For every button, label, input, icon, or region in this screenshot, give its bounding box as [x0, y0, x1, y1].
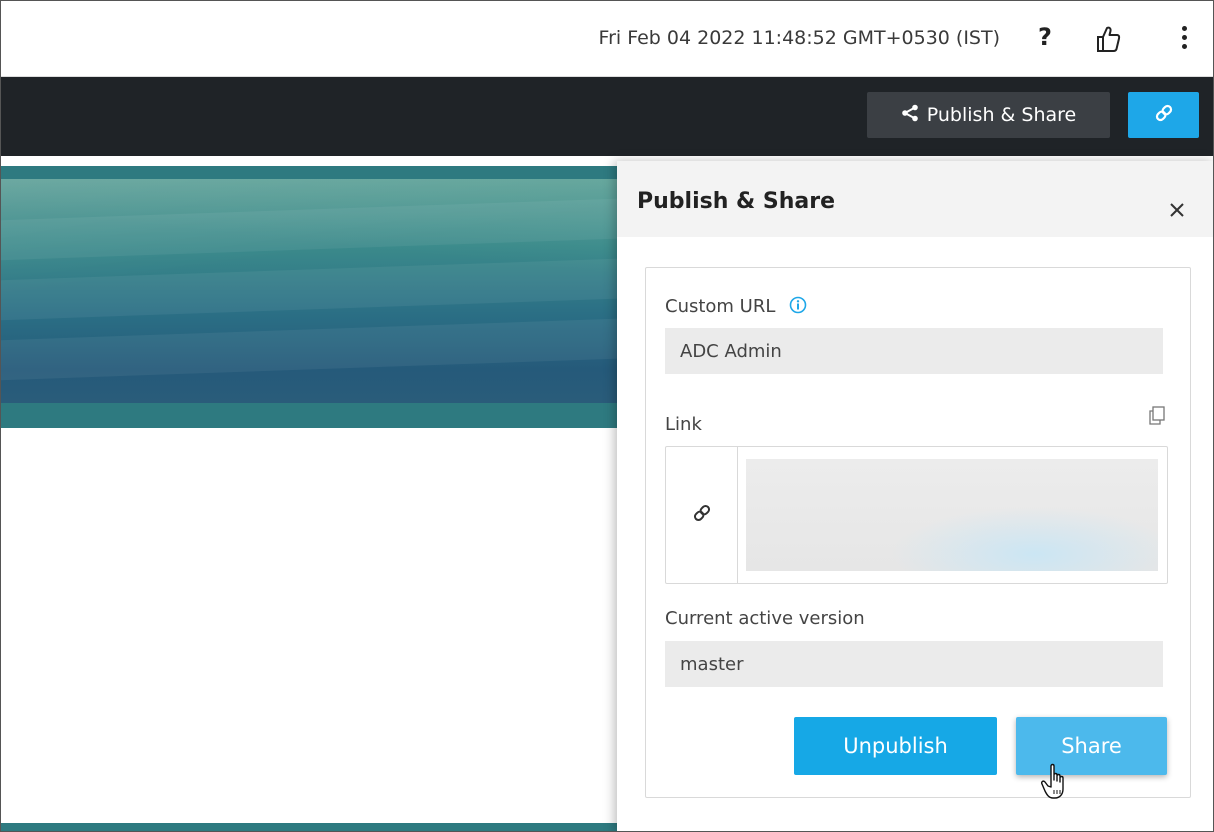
link-icon-column	[666, 447, 738, 583]
toolbar: Publish & Share	[1, 77, 1213, 156]
top-bar: Fri Feb 04 2022 11:48:52 GMT+0530 (IST) …	[1, 1, 1213, 77]
publish-share-label: Publish & Share	[926, 104, 1077, 126]
app-window: Fri Feb 04 2022 11:48:52 GMT+0530 (IST) …	[0, 0, 1214, 832]
custom-url-label: Custom URL	[665, 296, 807, 317]
unpublish-button[interactable]: Unpublish	[794, 717, 997, 775]
info-icon[interactable]	[789, 296, 807, 314]
datetime-display: Fri Feb 04 2022 11:48:52 GMT+0530 (IST)	[598, 27, 1000, 49]
link-icon	[692, 503, 712, 528]
help-icon[interactable]: ?	[1038, 23, 1052, 51]
custom-url-label-text: Custom URL	[665, 296, 776, 317]
close-icon[interactable]	[1166, 199, 1188, 221]
panel-header: Publish & Share	[617, 161, 1213, 237]
share-button[interactable]: Share	[1016, 717, 1167, 775]
thumbs-up-icon[interactable]	[1095, 25, 1121, 53]
kebab-menu-icon[interactable]	[1179, 26, 1189, 54]
panel-title: Publish & Share	[637, 189, 835, 214]
hand-cursor-icon	[1041, 763, 1075, 803]
link-label: Link	[665, 414, 702, 435]
link-box	[665, 446, 1168, 584]
link-icon	[1154, 103, 1174, 128]
active-version-field[interactable]: master	[665, 641, 1163, 687]
custom-url-field[interactable]: ADC Admin	[665, 328, 1163, 374]
share-icon	[901, 104, 919, 127]
active-version-label: Current active version	[665, 608, 865, 629]
link-value-redacted[interactable]	[746, 459, 1158, 571]
publish-share-button[interactable]: Publish & Share	[867, 92, 1110, 138]
copy-link-button[interactable]	[1128, 92, 1199, 138]
publish-share-panel: Publish & Share Custom URL ADC Admin Lin…	[617, 161, 1213, 831]
copy-icon[interactable]	[1148, 406, 1166, 426]
publish-card: Custom URL ADC Admin Link Current active…	[645, 267, 1191, 798]
